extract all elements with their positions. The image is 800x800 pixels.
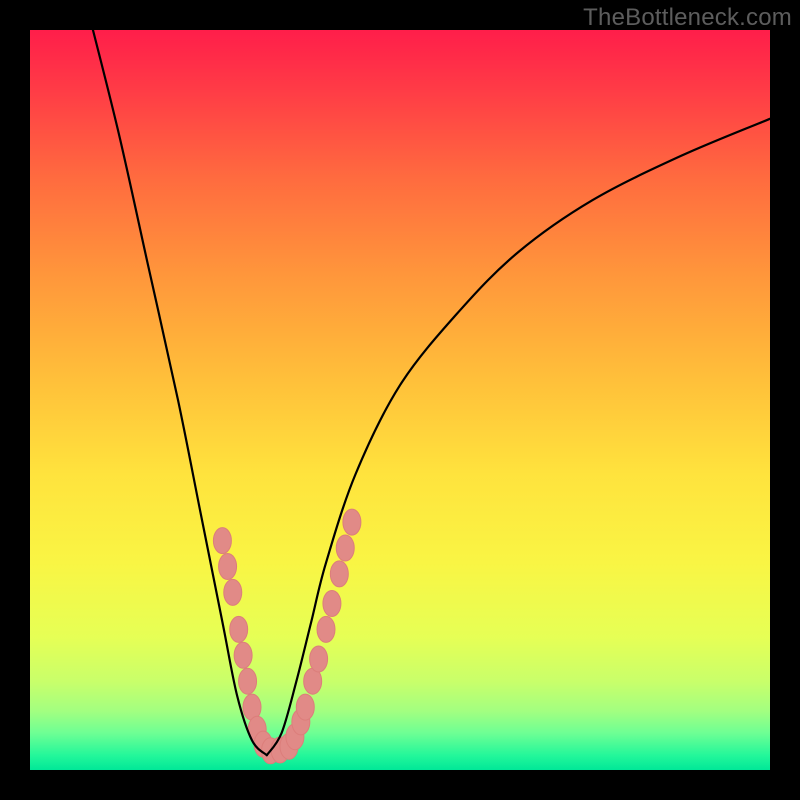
data-marker xyxy=(213,528,231,554)
data-marker xyxy=(310,646,328,672)
data-marker xyxy=(317,616,335,642)
data-marker xyxy=(336,535,354,561)
data-marker xyxy=(219,554,237,580)
data-markers xyxy=(213,509,361,764)
data-marker xyxy=(239,668,257,694)
data-marker xyxy=(224,579,242,605)
data-marker xyxy=(234,642,252,668)
data-marker xyxy=(330,561,348,587)
chart-svg xyxy=(30,30,770,770)
curve-right-branch xyxy=(267,119,770,755)
plot-area xyxy=(30,30,770,770)
watermark-text: TheBottleneck.com xyxy=(583,4,792,32)
data-marker xyxy=(323,591,341,617)
chart-frame: TheBottleneck.com xyxy=(0,0,800,800)
data-marker xyxy=(343,509,361,535)
data-marker xyxy=(230,616,248,642)
data-marker xyxy=(296,694,314,720)
